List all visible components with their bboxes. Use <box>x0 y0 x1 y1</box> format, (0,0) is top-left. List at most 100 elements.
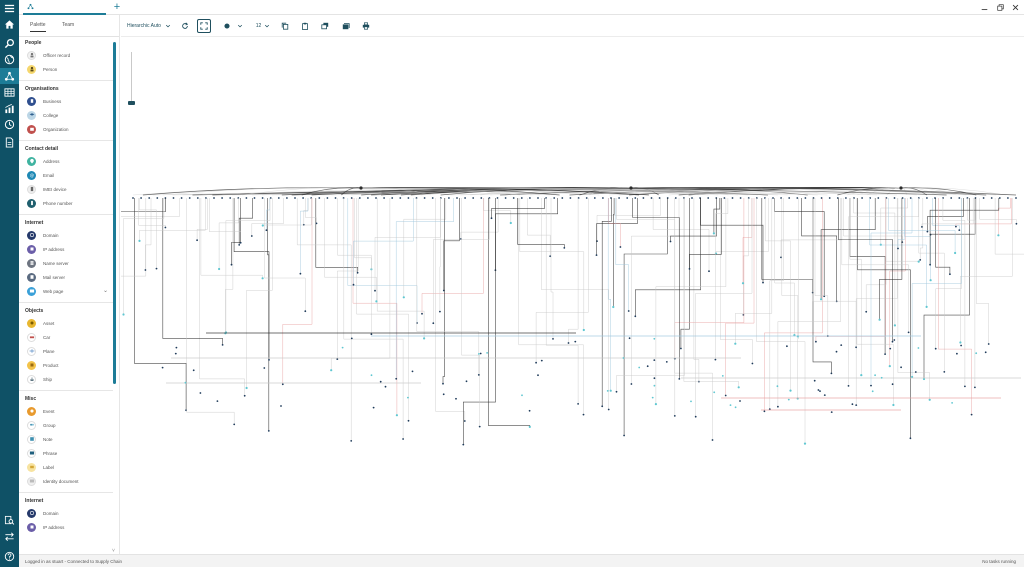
palette-item[interactable]: IP address <box>19 242 113 256</box>
palette-item[interactable]: Note <box>19 432 113 446</box>
exchange-arrows-icon[interactable] <box>0 528 19 544</box>
graph-node <box>819 390 821 392</box>
graph-node <box>384 385 387 388</box>
graph-node <box>367 197 369 199</box>
table-icon[interactable] <box>0 84 19 100</box>
graph-node <box>954 251 957 255</box>
palette-item[interactable]: Domain <box>19 506 113 520</box>
report-icon[interactable] <box>0 134 19 150</box>
layout-dropdown[interactable]: Hierarchic Auto <box>127 19 181 33</box>
event-icon <box>27 406 36 416</box>
palette-item-label: IP address <box>43 246 65 252</box>
network-graph-icon[interactable] <box>0 68 19 84</box>
palette-section: Internet Domain IP address Name server Mail … <box>19 218 113 298</box>
graph-node <box>830 372 833 375</box>
palette-item[interactable]: Ship <box>19 372 113 386</box>
restore-icon[interactable] <box>994 1 1006 13</box>
node-shape-button[interactable] <box>221 19 233 33</box>
palette-item[interactable]: Mail server <box>19 270 113 284</box>
graph-node <box>900 366 902 369</box>
palette-item[interactable]: Car <box>19 330 113 344</box>
palette-item[interactable]: Business <box>19 94 113 108</box>
palette-section: Contact detail Address @ Email IMEI device Ph… <box>19 144 113 210</box>
palette-item[interactable]: Phrase <box>19 446 113 460</box>
document-tab[interactable] <box>23 0 106 15</box>
refresh-layout-button[interactable] <box>179 19 191 33</box>
help-icon[interactable] <box>0 548 19 564</box>
palette-item[interactable]: Officer record <box>19 48 113 62</box>
copy-button[interactable] <box>279 19 291 33</box>
find-in-data-icon[interactable] <box>0 512 19 528</box>
chevron-down-icon[interactable]: ⌄ <box>103 287 108 294</box>
svg-text:@: @ <box>29 173 33 178</box>
palette-item[interactable]: Group <box>19 418 113 432</box>
graph-edge <box>777 198 841 407</box>
search-icon[interactable] <box>0 35 19 51</box>
scrollbar-thumb[interactable] <box>113 42 116 384</box>
palette-item[interactable]: @ Email <box>19 168 113 182</box>
minimize-icon[interactable] <box>978 1 990 13</box>
globe-icon[interactable] <box>0 51 19 67</box>
graph-node <box>199 392 202 394</box>
graph-node <box>561 197 564 199</box>
graph-edge <box>623 198 668 436</box>
add-tab-button[interactable]: + <box>111 1 123 13</box>
zoom-slider-track[interactable] <box>131 52 132 104</box>
zoom-slider-handle[interactable] <box>128 101 135 105</box>
palette-item-label: Note <box>43 436 53 442</box>
palette-item[interactable]: Product <box>19 358 113 372</box>
graph-node <box>607 408 610 411</box>
print-button[interactable] <box>360 19 372 33</box>
network-graph[interactable] <box>121 38 1024 554</box>
graph-node <box>250 235 253 237</box>
palette-item[interactable]: IP address <box>19 520 113 534</box>
graph-node <box>638 366 641 369</box>
palette-item[interactable]: Web page ⌄ <box>19 284 113 298</box>
graph-node <box>132 197 134 199</box>
paste-button[interactable] <box>299 19 311 33</box>
graph-node <box>777 405 779 408</box>
palette-item[interactable]: College <box>19 108 113 122</box>
analytics-icon[interactable] <box>0 100 19 116</box>
palette-item[interactable]: Plane <box>19 344 113 358</box>
palette-item[interactable]: Address <box>19 154 113 168</box>
graph-node <box>658 197 661 199</box>
palette-item-label: Business <box>43 98 62 104</box>
layers-button[interactable] <box>319 19 331 33</box>
palette-item[interactable]: Event <box>19 404 113 418</box>
palette-item[interactable]: Name server <box>19 256 113 270</box>
stacked-images-icon <box>342 23 350 30</box>
chart-canvas[interactable] <box>121 38 1024 554</box>
node-size-dropdown[interactable]: 12 <box>253 19 273 33</box>
hamburger-menu-icon[interactable] <box>0 0 19 16</box>
palette-item[interactable]: Identity document <box>19 474 113 488</box>
palette-item-label: Plane <box>43 348 55 354</box>
home-icon[interactable] <box>0 16 19 32</box>
graph-edge <box>897 198 906 249</box>
graph-node <box>949 273 951 276</box>
snapshot-button[interactable] <box>340 19 352 33</box>
node-shape-dropdown[interactable] <box>236 19 244 33</box>
palette-item[interactable]: Organization <box>19 122 113 136</box>
palette-item[interactable]: Label <box>19 460 113 474</box>
fit-to-screen-button[interactable] <box>197 19 211 33</box>
palette-item[interactable]: Domain <box>19 228 113 242</box>
graph-edge <box>266 198 270 231</box>
graph-edge <box>225 198 234 334</box>
graph-edge <box>330 198 391 371</box>
graph-node <box>462 443 465 446</box>
palette-item[interactable]: Person <box>19 62 113 76</box>
palette-item[interactable]: IMEI device <box>19 182 113 196</box>
palette-item[interactable]: Phone number <box>19 196 113 210</box>
tab-team[interactable]: Team <box>62 22 74 28</box>
close-icon[interactable] <box>1009 1 1021 13</box>
palette-scrollbar[interactable]: ˅ <box>112 38 117 554</box>
palette-item[interactable]: Asset <box>19 316 113 330</box>
graph-node <box>574 340 577 343</box>
timeline-clock-icon[interactable] <box>0 116 19 132</box>
graph-node <box>723 197 726 199</box>
graph-node <box>415 197 418 199</box>
graph-node <box>188 197 191 199</box>
graph-edge <box>354 198 372 270</box>
tab-palette[interactable]: Palette <box>30 22 46 32</box>
